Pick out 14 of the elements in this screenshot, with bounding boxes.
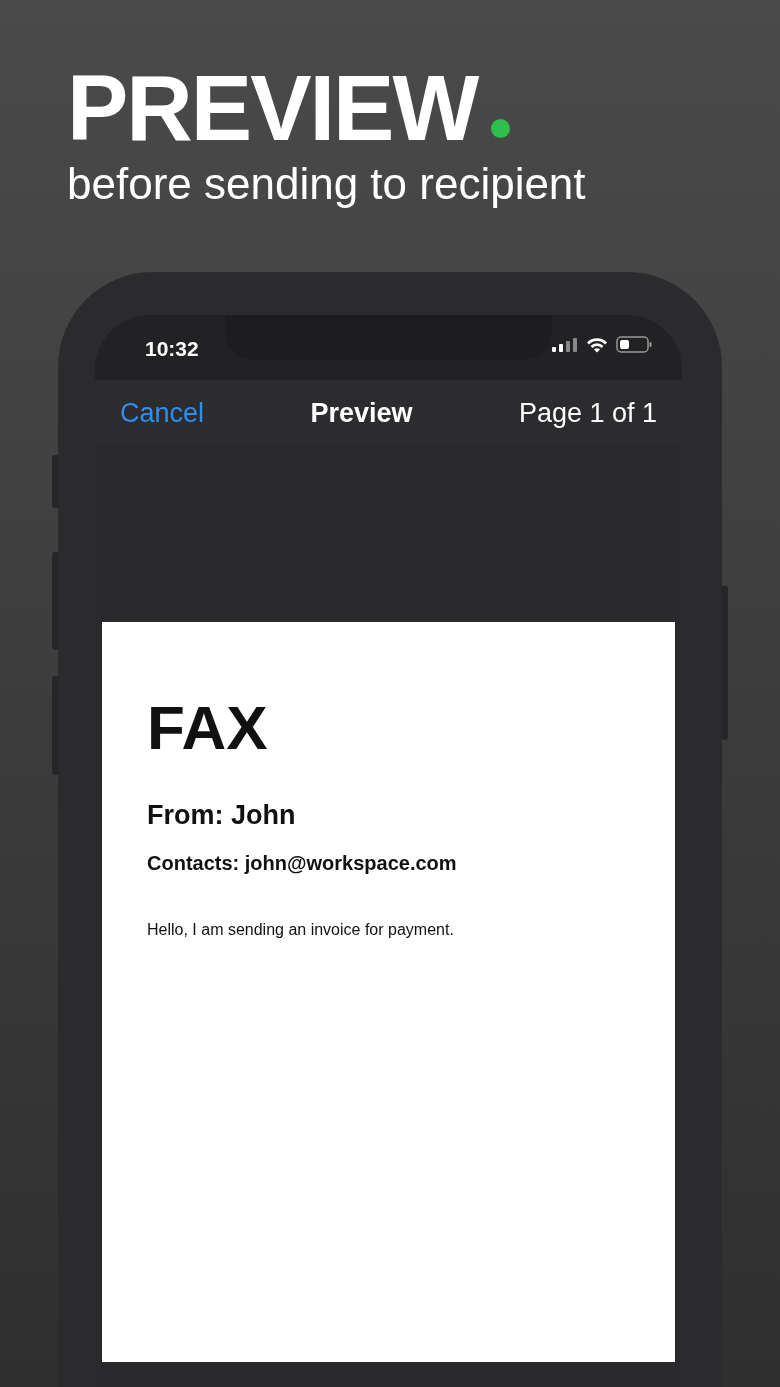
cancel-button[interactable]: Cancel <box>120 392 205 434</box>
headline: PREVIEW <box>67 62 478 154</box>
subtitle: before sending to recipient <box>67 160 587 209</box>
accent-dot <box>491 119 511 138</box>
page-indicator: Page 1 of 1 <box>518 396 657 430</box>
contacts-text: Contacts: john@workspace.com <box>147 850 458 876</box>
nav-title: Preview <box>310 396 413 430</box>
message-text: Hello, I am sending an invoice for payment. <box>147 919 455 940</box>
document-title: FAX <box>147 697 269 760</box>
wifi-icon <box>586 336 608 353</box>
battery-icon <box>616 336 652 354</box>
status-time: 10:32 <box>145 336 199 363</box>
sender-text: From: John <box>147 799 297 833</box>
signal-icon <box>552 337 578 353</box>
